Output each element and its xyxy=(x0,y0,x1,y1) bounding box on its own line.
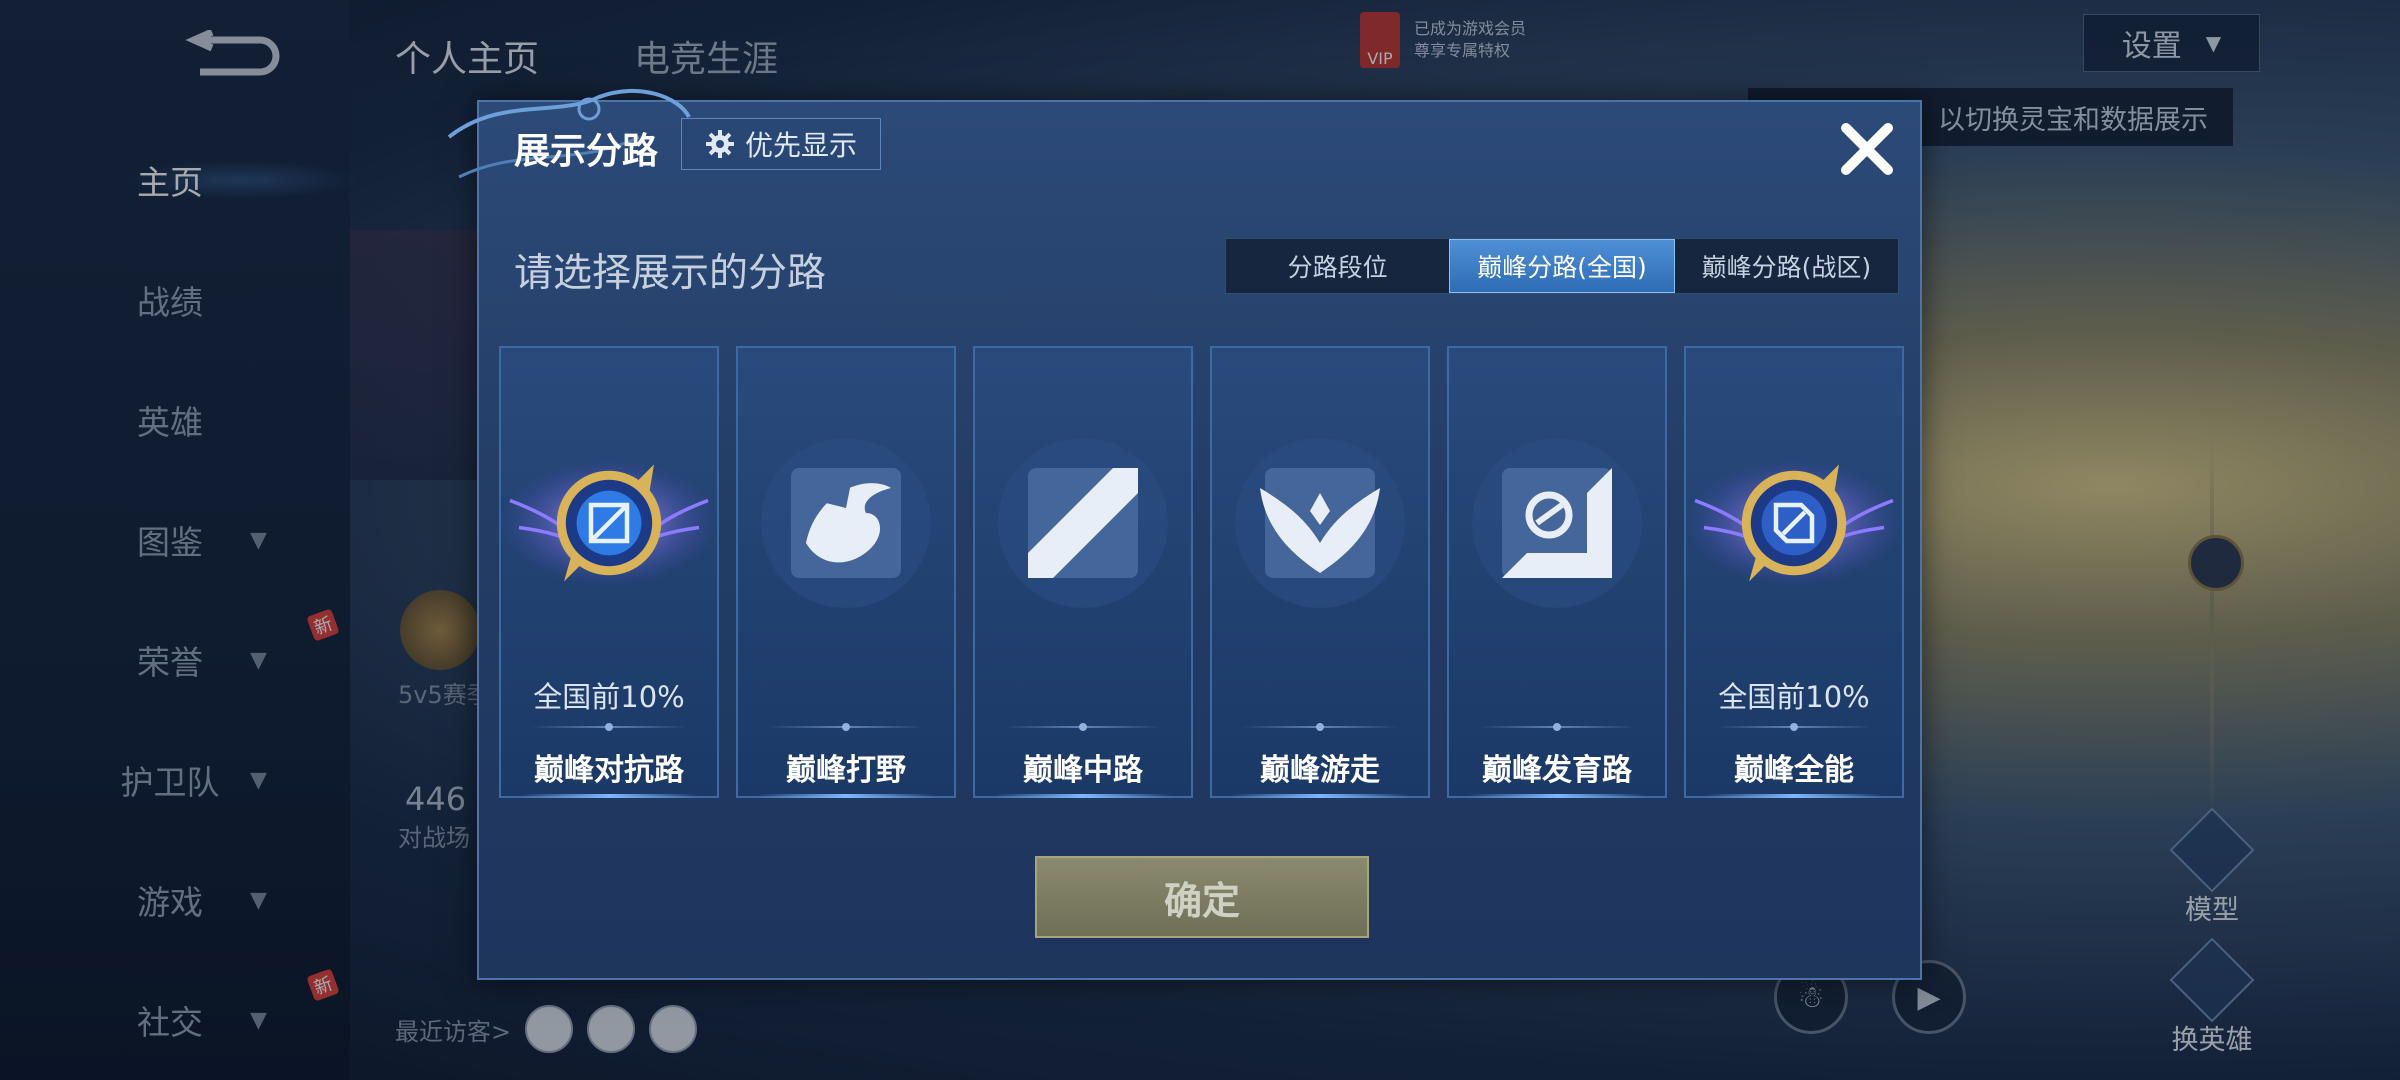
lane-name: 巅峰全能 xyxy=(1734,753,1854,788)
lane-card-farm[interactable]: 巅峰发育路 xyxy=(1447,346,1667,798)
lane-card-jungle[interactable]: 巅峰打野 xyxy=(736,346,956,798)
lane-card-allround[interactable]: 全国前10% 巅峰全能 xyxy=(1684,346,1904,798)
card-divider xyxy=(531,723,687,731)
lane-card-roam[interactable]: 巅峰游走 xyxy=(1210,346,1430,798)
card-divider xyxy=(1716,723,1872,731)
close-icon[interactable] xyxy=(1832,114,1902,184)
lane-name: 巅峰对抗路 xyxy=(534,753,684,788)
lane-name: 巅峰中路 xyxy=(1023,753,1143,788)
lane-mid-icon xyxy=(998,438,1168,608)
priority-display-button[interactable]: 优先显示 xyxy=(681,118,881,170)
lane-rank-text: 全国前10% xyxy=(533,680,685,714)
lane-source-tabs: 分路段位 巅峰分路(全国) 巅峰分路(战区) xyxy=(1225,238,1899,294)
lane-farm-icon xyxy=(1472,438,1642,608)
gear-icon xyxy=(705,130,734,158)
priority-label: 优先显示 xyxy=(744,129,857,162)
lane-roam-icon xyxy=(1235,438,1405,608)
tab-peak-national[interactable]: 巅峰分路(全国) xyxy=(1449,239,1675,293)
lane-name: 巅峰打野 xyxy=(786,753,906,788)
dialog-title: 展示分路 xyxy=(514,131,659,172)
lane-card-list: 全国前10% 巅峰对抗路 巅峰打野 巅峰中路 巅峰游走 巅峰发育路 全国前10%… xyxy=(499,346,1904,798)
tab-lane-rank[interactable]: 分路段位 xyxy=(1226,239,1449,293)
lane-jungle-icon xyxy=(761,438,931,608)
lane-allround-emblem-icon xyxy=(1686,460,1902,586)
dialog-subtitle: 请选择展示的分路 xyxy=(514,251,827,296)
lane-card-mid[interactable]: 巅峰中路 xyxy=(973,346,1193,798)
card-divider xyxy=(1479,723,1635,731)
lane-card-top[interactable]: 全国前10% 巅峰对抗路 xyxy=(499,346,719,798)
lane-top-emblem-icon xyxy=(501,460,717,586)
lane-rank-text: 全国前10% xyxy=(1718,680,1870,714)
lane-name: 巅峰游走 xyxy=(1260,753,1380,788)
lane-name: 巅峰发育路 xyxy=(1482,753,1632,788)
confirm-button[interactable]: 确定 xyxy=(1035,856,1369,938)
lane-display-dialog: 展示分路 优先显示 请选择展示的分路 分路段位 巅峰分路(全国) 巅峰分路(战区… xyxy=(447,88,1922,980)
tab-peak-region[interactable]: 巅峰分路(战区) xyxy=(1675,239,1898,293)
card-divider xyxy=(1005,723,1161,731)
confirm-label: 确定 xyxy=(1163,878,1240,923)
card-divider xyxy=(1242,723,1398,731)
card-divider xyxy=(768,723,924,731)
